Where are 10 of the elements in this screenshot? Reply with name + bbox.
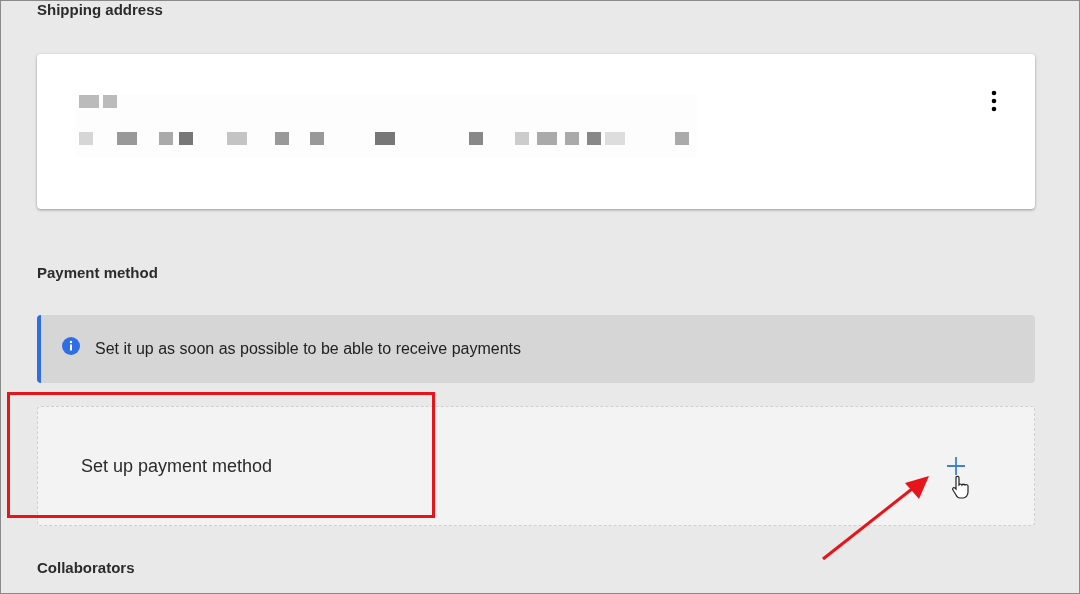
setup-payment-label: Set up payment method: [81, 455, 274, 477]
add-icon[interactable]: [946, 456, 966, 476]
section-heading: Collaborators: [37, 559, 135, 576]
setup-payment-card[interactable]: Set up payment method: [37, 406, 1035, 526]
section-heading: Payment method: [37, 264, 158, 281]
hand-cursor-icon: [950, 475, 972, 499]
info-icon: [62, 337, 80, 355]
info-message: Set it up as soon as possible to be able to receive payments: [95, 340, 522, 358]
section-heading: Shipping address: [37, 1, 163, 18]
more-options-icon[interactable]: [991, 90, 997, 112]
